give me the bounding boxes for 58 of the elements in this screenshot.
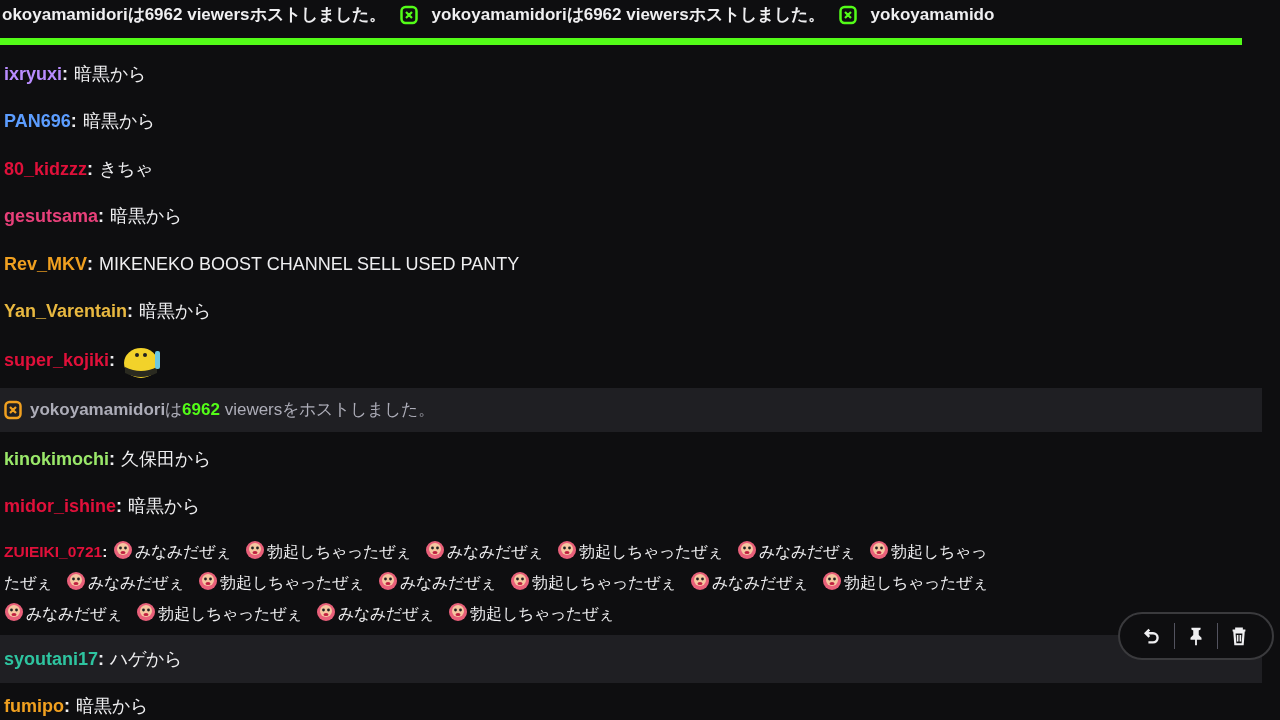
colon: : — [64, 695, 70, 719]
message-text: 勃起しちゃったぜぇ — [267, 543, 412, 560]
colon: : — [109, 349, 116, 372]
message-text: きちゃ — [99, 157, 154, 181]
host-icon — [4, 400, 22, 420]
message-text: みなみだぜぇ — [400, 574, 496, 591]
colon: : — [87, 252, 94, 276]
message-text: 勃起しちゃったぜぇ — [844, 574, 988, 591]
message-text: MIKENEKO BOOST CHANNEL SELL USED PANTY — [99, 252, 520, 276]
username[interactable]: Rev_MKV — [4, 247, 88, 280]
host-icon — [399, 5, 418, 25]
username[interactable]: super_kojiki — [4, 344, 110, 376]
banner-text: okoyamamidoriは6962 viewersホストしました。 — [2, 4, 386, 27]
message-text: 勃起しちゃっ — [891, 543, 988, 560]
message-text: 勃起しちゃったぜぇ — [579, 543, 724, 560]
username[interactable]: ixryuxi — [4, 57, 63, 90]
message-text: 暗黒から — [74, 62, 147, 86]
message-text: みなみだぜぇ — [135, 543, 232, 560]
username[interactable]: gesutsama — [4, 200, 99, 233]
message-text: みなみだぜぇ — [759, 543, 856, 560]
username[interactable]: 80_kidzzz — [4, 152, 88, 185]
message-text: 暗黒から — [139, 300, 212, 324]
message-text: みなみだぜぇ — [26, 605, 122, 622]
message-text: 暗黒から — [76, 695, 148, 719]
colon: : — [70, 110, 77, 134]
username[interactable]: PAN696 — [4, 105, 71, 138]
message-text: ハゲから — [110, 647, 183, 671]
host-icon — [838, 5, 857, 25]
message-text: たぜぇ — [4, 574, 52, 591]
message-text: みなみだぜぇ — [338, 605, 434, 622]
host-message: yokoyamamidoriは6962 viewersをホストしました。 — [30, 399, 436, 421]
colon: : — [109, 447, 116, 471]
message-text: みなみだぜぇ — [447, 543, 544, 560]
message-text: 勃起しちゃったぜぇ — [158, 605, 302, 622]
colon: : — [62, 62, 69, 86]
banner-text: yokoyamamidoriは6962 viewersホストしました。 — [431, 4, 825, 27]
colon: : — [116, 495, 123, 519]
username[interactable]: kinokimochi — [4, 442, 110, 475]
username[interactable]: syoutani17 — [4, 642, 99, 675]
colon: : — [102, 543, 108, 560]
colon: : — [87, 157, 94, 181]
message-text: 勃起しちゃったぜぇ — [220, 574, 364, 591]
message-text: 勃起しちゃったぜぇ — [532, 574, 676, 591]
message-text: 久保田から — [121, 447, 212, 471]
colon: : — [98, 205, 105, 229]
message-text: 暗黒から — [82, 110, 155, 134]
message-text: みなみだぜぇ — [88, 574, 184, 591]
username[interactable]: fumipo — [4, 690, 64, 720]
colon: : — [127, 300, 134, 324]
username[interactable]: midor_ishine — [4, 490, 117, 523]
message-text: 暗黒から — [110, 205, 183, 229]
message-text: みなみだぜぇ — [712, 574, 808, 591]
banner-text: yokoyamamido — [870, 4, 995, 27]
username[interactable]: Yan_Varentain — [4, 295, 128, 328]
message-text: 勃起しちゃったぜぇ — [470, 605, 614, 622]
colon: : — [98, 647, 105, 671]
message-text: 暗黒から — [128, 495, 201, 519]
username[interactable]: ZUIEIKI_0721 — [4, 543, 103, 560]
